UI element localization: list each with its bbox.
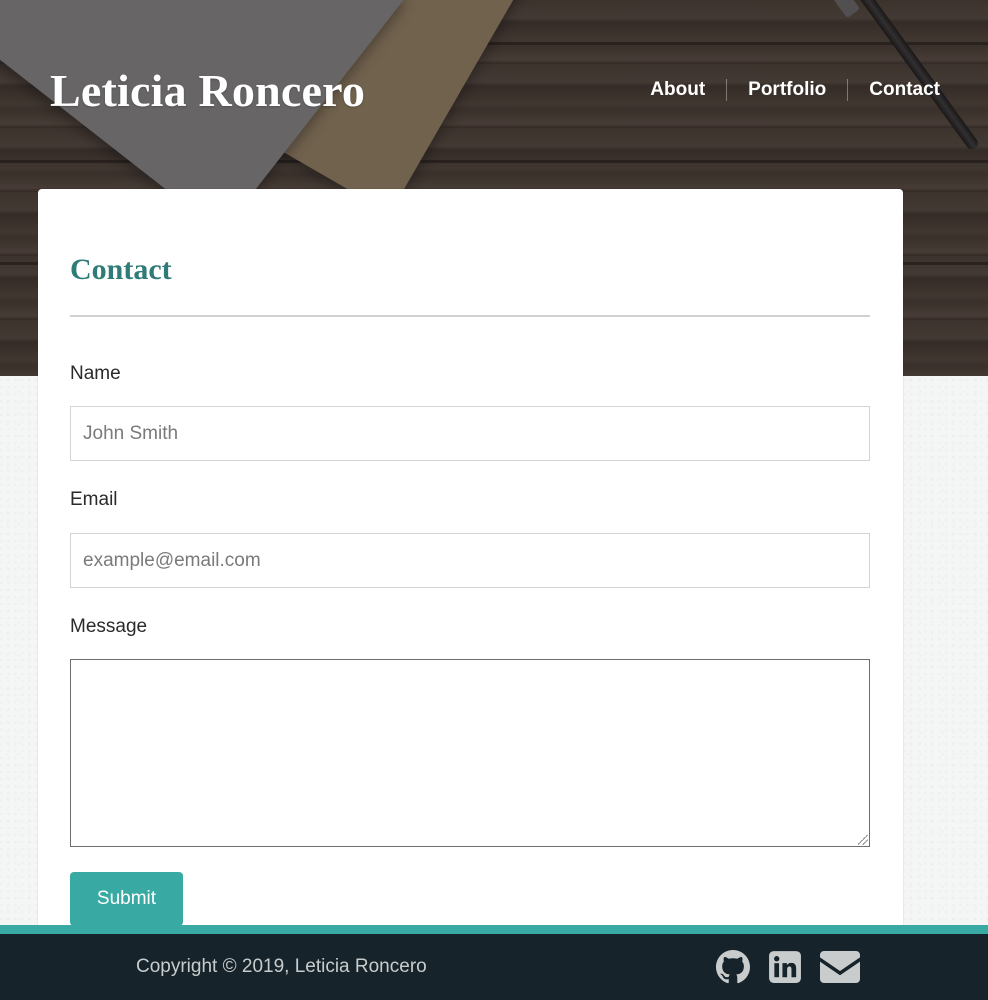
submit-button[interactable]: Submit	[70, 872, 183, 926]
github-icon[interactable]	[716, 950, 750, 984]
envelope-icon[interactable]	[820, 950, 860, 984]
email-label: Email	[70, 489, 118, 510]
contact-card: Contact Name Email Message Submit	[38, 189, 903, 949]
email-input[interactable]	[70, 533, 870, 588]
name-input[interactable]	[70, 406, 870, 461]
textarea-resize-handle[interactable]	[858, 835, 868, 845]
nav-portfolio-link[interactable]: Portfolio	[727, 76, 847, 104]
nav-contact-link[interactable]: Contact	[848, 76, 940, 104]
main-nav: About Portfolio Contact	[629, 76, 940, 104]
footer: Copyright © 2019, Leticia Roncero	[0, 925, 988, 1000]
contact-heading: Contact	[70, 253, 172, 286]
copyright-text: Copyright © 2019, Leticia Roncero	[136, 956, 427, 977]
social-links	[716, 950, 860, 984]
site-title[interactable]: Leticia Roncero	[50, 64, 365, 117]
message-textarea[interactable]	[70, 659, 870, 847]
heading-divider	[70, 315, 870, 317]
name-label: Name	[70, 363, 121, 384]
message-label: Message	[70, 616, 148, 637]
nav-about-link[interactable]: About	[629, 76, 726, 104]
linkedin-icon[interactable]	[768, 950, 802, 984]
